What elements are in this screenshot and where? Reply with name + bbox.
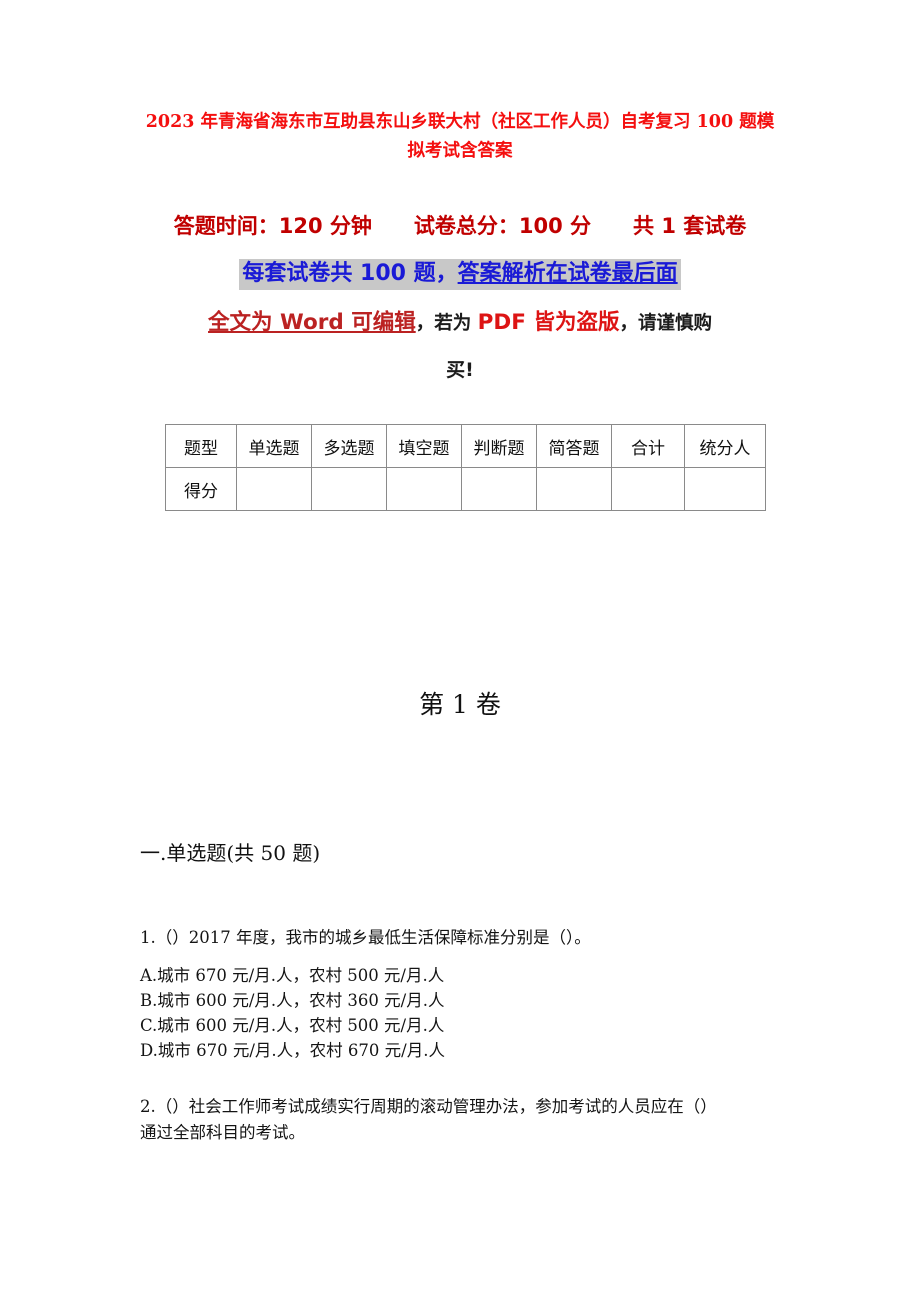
section-heading-single-choice: 一.单选题(共 50 题) [140,841,321,865]
answer-notice-underlined: 答案解析在试卷最后面 [457,261,678,286]
question-text: 1.（）2017 年度，我市的城乡最低生活保障标准分别是（）。 [140,928,591,947]
table-header-cell: 判断题 [461,424,537,468]
table-header-cell: 填空题 [386,424,462,468]
table-header-cell: 多选题 [311,424,387,468]
table-score-cell[interactable] [611,467,685,511]
option-c[interactable]: C.城市 600 元/月.人，农村 500 元/月.人 [140,1013,820,1038]
option-b[interactable]: B.城市 600 元/月.人，农村 360 元/月.人 [140,988,820,1013]
answer-notice-prefix: 每套试卷共 100 题， [242,261,458,286]
document-page: 2023 年青海省海东市互助县东山乡联大村（社区工作人员）自考复习 100 题模… [0,0,920,1302]
format-warning-word: 全文为 Word 可编辑 [208,310,416,335]
table-score-cell[interactable] [536,467,612,511]
table-header-cell: 统分人 [684,424,766,468]
table-header-cell: 合计 [611,424,685,468]
volume-heading: 第 1 卷 [419,690,501,719]
table-score-cell[interactable] [461,467,537,511]
question-options: A.城市 670 元/月.人，农村 500 元/月.人 B.城市 600 元/月… [140,963,820,1063]
format-warning-tail: ，请谨慎购 [619,313,712,334]
exam-meta-line: 答题时间：120 分钟 试卷总分：100 分 共 1 套试卷 [173,214,747,238]
document-title: 2023 年青海省海东市互助县东山乡联大村（社区工作人员）自考复习 100 题模… [145,112,775,161]
format-warning-line: 全文为 Word 可编辑，若为 PDF 皆为盗版，请谨慎购 [140,306,780,340]
score-table: 题型 单选题 多选题 填空题 判断题 简答题 合计 统分人 得分 [165,424,766,511]
format-warning-mid: ，若为 [415,313,478,334]
answer-notice-line: 每套试卷共 100 题，答案解析在试卷最后面 [140,258,780,290]
question-text: 2.（）社会工作师考试成绩实行周期的滚动管理办法，参加考试的人员应在（） 通过全… [140,1097,717,1142]
format-warning-pdf: PDF 皆为盗版 [477,310,620,335]
table-header-cell: 题型 [165,424,237,468]
table-header-cell: 单选题 [236,424,312,468]
format-warning-line-2: 买! [446,359,474,381]
option-d[interactable]: D.城市 670 元/月.人，农村 670 元/月.人 [140,1038,820,1063]
table-score-cell[interactable] [684,467,766,511]
table-score-cell[interactable] [236,467,312,511]
table-row-label: 得分 [165,467,237,511]
option-a[interactable]: A.城市 670 元/月.人，农村 500 元/月.人 [140,963,820,988]
question-item: 2.（）社会工作师考试成绩实行周期的滚动管理办法，参加考试的人员应在（） 通过全… [140,1094,820,1146]
table-score-cell[interactable] [311,467,387,511]
table-row-score: 得分 [165,467,766,511]
table-row-headers: 题型 单选题 多选题 填空题 判断题 简答题 合计 统分人 [165,424,766,468]
table-header-cell: 简答题 [536,424,612,468]
table-score-cell[interactable] [386,467,462,511]
question-item: 1.（）2017 年度，我市的城乡最低生活保障标准分别是（）。 A.城市 670… [140,925,820,1063]
answer-notice-highlight: 每套试卷共 100 题，答案解析在试卷最后面 [239,259,681,290]
